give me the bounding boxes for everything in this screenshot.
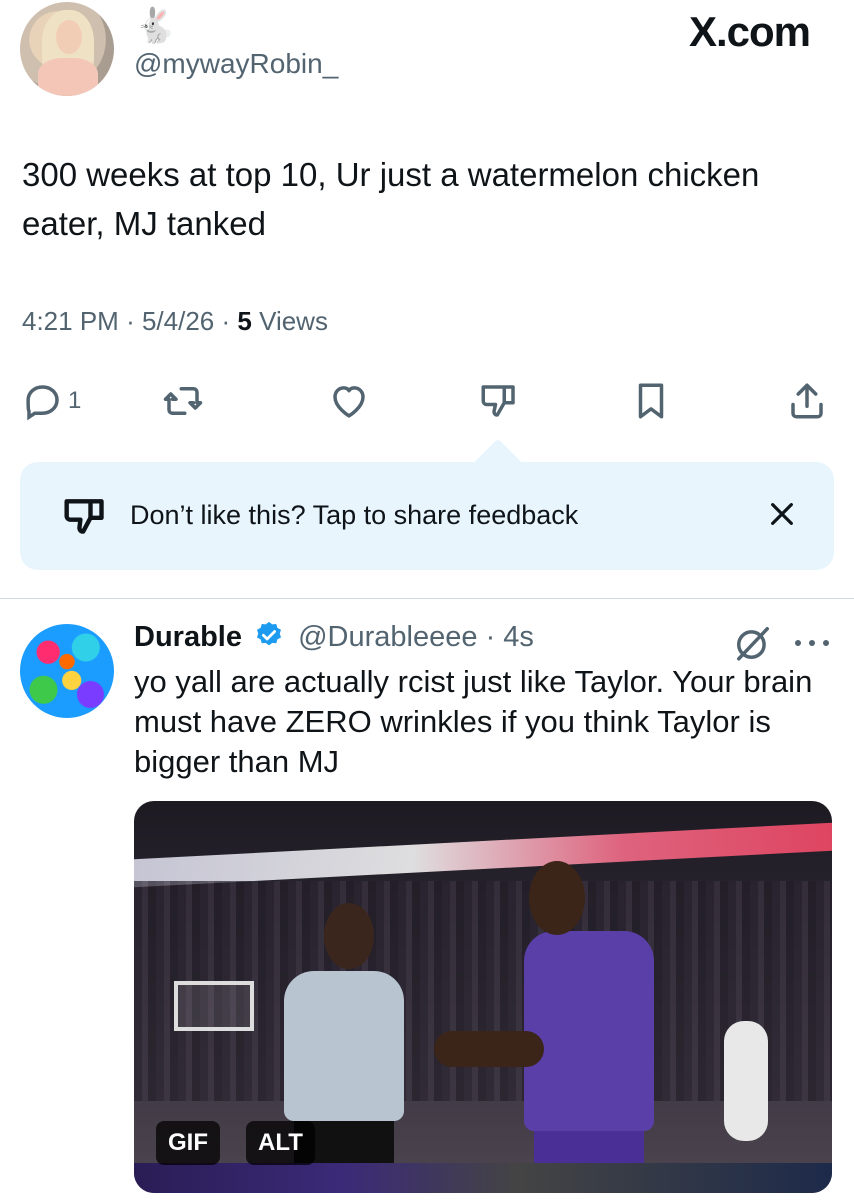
reply-bubble-icon	[26, 385, 59, 421]
heart-icon	[333, 386, 365, 418]
player-body	[524, 931, 654, 1131]
arena-banner	[134, 822, 832, 888]
reply-separator: ·	[485, 621, 496, 653]
tweet-date[interactable]: 5/4/26	[142, 306, 214, 336]
reply-button[interactable]: 1	[22, 376, 81, 426]
more-icon[interactable]	[792, 636, 832, 650]
bookmark-icon	[638, 383, 664, 419]
gif-badge[interactable]: GIF	[156, 1121, 220, 1165]
meta-separator: ·	[126, 306, 142, 336]
views-label: Views	[259, 306, 328, 336]
author-handle[interactable]: @mywayRobin_	[134, 48, 338, 80]
avatar-body	[38, 58, 98, 96]
reply-age[interactable]: 4s	[503, 621, 534, 653]
referee-body	[284, 971, 404, 1121]
bookmark-button[interactable]	[630, 376, 672, 426]
tweet-time[interactable]: 4:21 PM	[22, 306, 119, 336]
share-icon	[791, 383, 823, 419]
close-icon[interactable]	[766, 496, 798, 532]
reply-author-name[interactable]: Durable	[134, 621, 242, 653]
action-bar: 1	[22, 376, 832, 426]
divider	[0, 598, 854, 599]
reply-author-handle[interactable]: @Durableeee	[298, 621, 477, 653]
backboard	[174, 981, 254, 1031]
reply-count: 1	[68, 387, 82, 414]
verified-badge-icon[interactable]	[254, 620, 284, 650]
player-head	[529, 861, 585, 935]
player-arm	[434, 1031, 544, 1067]
thumbs-down-icon	[481, 385, 515, 417]
like-button[interactable]	[328, 376, 370, 426]
reply-media-gif[interactable]: GIF ALT	[134, 801, 832, 1193]
referee-head	[324, 903, 374, 969]
alt-badge[interactable]: ALT	[246, 1121, 315, 1165]
avatar-face	[56, 20, 82, 54]
repost-icon	[163, 387, 203, 415]
tweet-meta: 4:21 PM · 5/4/26 · 5 Views	[22, 306, 328, 337]
site-logo: X.com	[688, 8, 811, 55]
rabbit-emoji-icon[interactable]: 🐇	[134, 6, 176, 46]
author-avatar[interactable]	[20, 2, 114, 96]
reply-text: yo yall are actually rcist just like Tay…	[134, 664, 813, 779]
thumbs-down-icon	[64, 499, 104, 534]
reply-header: Durable @Durableeee · 4s	[134, 620, 534, 654]
repost-button[interactable]	[162, 376, 204, 426]
tweet-text: 300 weeks at top 10, Ur just a watermelo…	[22, 156, 760, 242]
background-player	[724, 1021, 768, 1141]
share-button[interactable]	[786, 376, 828, 426]
reply-avatar[interactable]	[20, 624, 114, 718]
meta-separator: ·	[221, 306, 238, 336]
feedback-text: Don’t like this? Tap to share feedback	[130, 500, 579, 530]
score-bar	[134, 1163, 832, 1193]
grok-icon[interactable]	[734, 624, 772, 662]
views-count: 5	[237, 306, 252, 336]
feedback-card[interactable]: Don’t like this? Tap to share feedback	[20, 462, 834, 570]
dislike-button[interactable]	[478, 376, 520, 426]
